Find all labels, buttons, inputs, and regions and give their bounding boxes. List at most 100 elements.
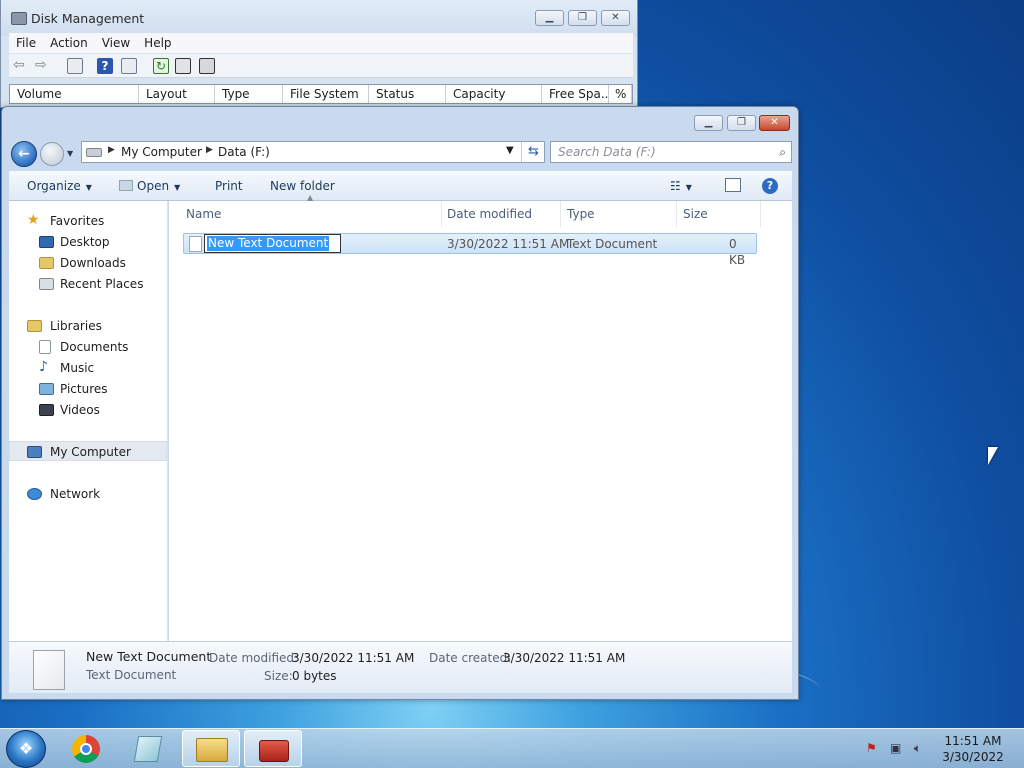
close-button[interactable]: ✕ xyxy=(601,10,630,26)
drive-icon xyxy=(86,148,102,157)
nav-my-computer[interactable]: My Computer xyxy=(9,441,167,461)
col-name[interactable]: Name xyxy=(180,201,442,227)
nav-favorites[interactable]: ★ Favorites xyxy=(9,211,167,231)
videos-icon xyxy=(39,404,54,416)
col-type[interactable]: Type xyxy=(561,201,677,227)
breadcrumb-data-drive[interactable]: Data (F:) xyxy=(218,144,270,160)
back-arrow-icon[interactable]: ⇦ xyxy=(13,58,29,74)
file-type: Text Document xyxy=(567,237,658,251)
address-bar[interactable]: ▶ My Computer ▶ Data (F:) ▼ ⇆ xyxy=(81,141,545,163)
back-arrow-icon[interactable]: ← xyxy=(11,141,37,167)
maximize-button[interactable]: ❐ xyxy=(727,115,756,131)
console-tree-icon[interactable] xyxy=(67,58,83,74)
menu-help[interactable]: Help xyxy=(137,35,178,51)
action-pane-icon[interactable] xyxy=(121,58,137,74)
help-icon[interactable]: ? xyxy=(762,178,778,194)
nav-network[interactable]: Network xyxy=(9,484,167,504)
volume-icon[interactable]: 🔈︎ xyxy=(914,741,921,756)
recent-places-icon xyxy=(39,278,54,290)
chevron-down-icon: ▼ xyxy=(685,183,692,192)
disk-management-titlebar[interactable]: Disk Management ▁ ❐ ✕ xyxy=(1,0,637,36)
disk-management-icon xyxy=(11,12,27,25)
col-size[interactable]: Size xyxy=(677,201,761,227)
address-dropdown-icon[interactable]: ▼ xyxy=(506,145,514,156)
nav-label: Documents xyxy=(60,340,129,354)
restore-button[interactable]: ❐ xyxy=(568,10,597,26)
refresh-icon[interactable]: ↻ xyxy=(153,58,169,74)
breadcrumb-separator-icon[interactable]: ▶ xyxy=(108,145,115,155)
forward-arrow-icon[interactable] xyxy=(40,142,64,166)
organize-button[interactable]: Organize ▼ xyxy=(27,178,92,196)
breadcrumb-separator-icon[interactable]: ▶ xyxy=(206,145,213,155)
print-button[interactable]: Print xyxy=(215,178,243,194)
file-date-modified: 3/30/2022 11:51 AM xyxy=(447,237,570,251)
col-layout[interactable]: Layout xyxy=(139,85,215,103)
mouse-cursor-icon xyxy=(988,447,998,465)
nav-downloads[interactable]: Downloads xyxy=(9,253,167,273)
menu-bar: File Action View Help xyxy=(9,33,633,53)
computer-management-icon xyxy=(259,740,289,762)
nav-libraries[interactable]: Libraries xyxy=(9,316,167,336)
refresh-icon[interactable]: ⇆ xyxy=(521,142,545,162)
menu-action[interactable]: Action xyxy=(43,35,95,51)
file-size: 0 KB xyxy=(729,237,746,267)
col-percent-free[interactable]: % F xyxy=(609,85,632,103)
search-input[interactable]: Search Data (F:) ⌕ xyxy=(550,141,792,163)
view-options-icon[interactable]: ☷ ▼ xyxy=(670,178,692,196)
minimize-button[interactable]: ▁ xyxy=(694,115,723,131)
taskbar-explorer[interactable] xyxy=(182,730,240,767)
menu-view[interactable]: View xyxy=(95,35,137,51)
nav-pictures[interactable]: Pictures xyxy=(9,379,167,399)
navigation-row: ← ▼ ▶ My Computer ▶ Data (F:) ▼ ⇆ Search… xyxy=(2,139,798,169)
action-center-icon[interactable]: ⚑ xyxy=(866,741,877,755)
music-icon: ♪ xyxy=(39,359,48,375)
details-file-type: Text Document xyxy=(86,668,177,682)
col-capacity[interactable]: Capacity xyxy=(446,85,542,103)
nav-recent-places[interactable]: Recent Places xyxy=(9,274,167,294)
details-size: 0 bytes xyxy=(292,669,337,683)
window-title: Disk Management xyxy=(31,11,145,26)
nav-documents[interactable]: Documents xyxy=(9,337,167,357)
search-icon[interactable]: ⌕ xyxy=(779,145,786,160)
help-icon[interactable]: ? xyxy=(97,58,113,74)
col-status[interactable]: Status xyxy=(369,85,446,103)
preview-pane-icon[interactable] xyxy=(725,178,741,192)
col-volume[interactable]: Volume xyxy=(10,85,139,103)
close-button[interactable]: ✕ xyxy=(759,115,790,131)
properties-icon[interactable] xyxy=(175,58,191,74)
nav-music[interactable]: ♪ Music xyxy=(9,358,167,378)
documents-icon xyxy=(39,340,51,354)
breadcrumb-my-computer[interactable]: My Computer xyxy=(121,144,202,160)
new-folder-button[interactable]: New folder xyxy=(270,178,335,194)
open-button[interactable]: Open ▼ xyxy=(119,178,180,196)
col-free-space[interactable]: Free Spa... xyxy=(542,85,609,103)
open-label: Open xyxy=(137,179,170,193)
nav-videos[interactable]: Videos xyxy=(9,400,167,420)
sort-ascending-icon: ▲ xyxy=(307,193,314,202)
start-button[interactable]: ❖ xyxy=(6,730,46,768)
nav-label: Videos xyxy=(60,403,100,417)
col-file-system[interactable]: File System xyxy=(283,85,369,103)
settings-icon[interactable] xyxy=(199,58,215,74)
open-icon xyxy=(119,180,133,191)
rename-input[interactable]: New Text Document xyxy=(204,234,341,253)
rename-text: New Text Document xyxy=(207,236,330,251)
taskbar-chrome[interactable] xyxy=(58,730,116,767)
file-row[interactable]: New Text Document 3/30/2022 11:51 AM Tex… xyxy=(183,233,757,267)
network-status-icon[interactable]: ▣ xyxy=(890,741,901,755)
notepad-icon xyxy=(133,736,163,762)
col-date-modified[interactable]: Date modified xyxy=(441,201,561,227)
system-clock[interactable]: 11:51 AM 3/30/2022 xyxy=(938,733,1008,765)
col-type[interactable]: Type xyxy=(215,85,283,103)
search-placeholder: Search Data (F:) xyxy=(558,145,656,159)
details-date-modified: 3/30/2022 11:51 AM xyxy=(292,651,415,665)
minimize-button[interactable]: ▁ xyxy=(535,10,564,26)
history-dropdown-icon[interactable]: ▼ xyxy=(67,149,73,158)
clock-date: 3/30/2022 xyxy=(942,750,1004,764)
forward-arrow-icon[interactable]: ⇨ xyxy=(35,58,51,74)
menu-file[interactable]: File xyxy=(9,35,43,51)
nav-desktop[interactable]: Desktop xyxy=(9,232,167,252)
libraries-icon xyxy=(27,320,42,332)
taskbar-notepad[interactable] xyxy=(120,730,178,767)
taskbar-disk-management[interactable] xyxy=(244,730,302,767)
